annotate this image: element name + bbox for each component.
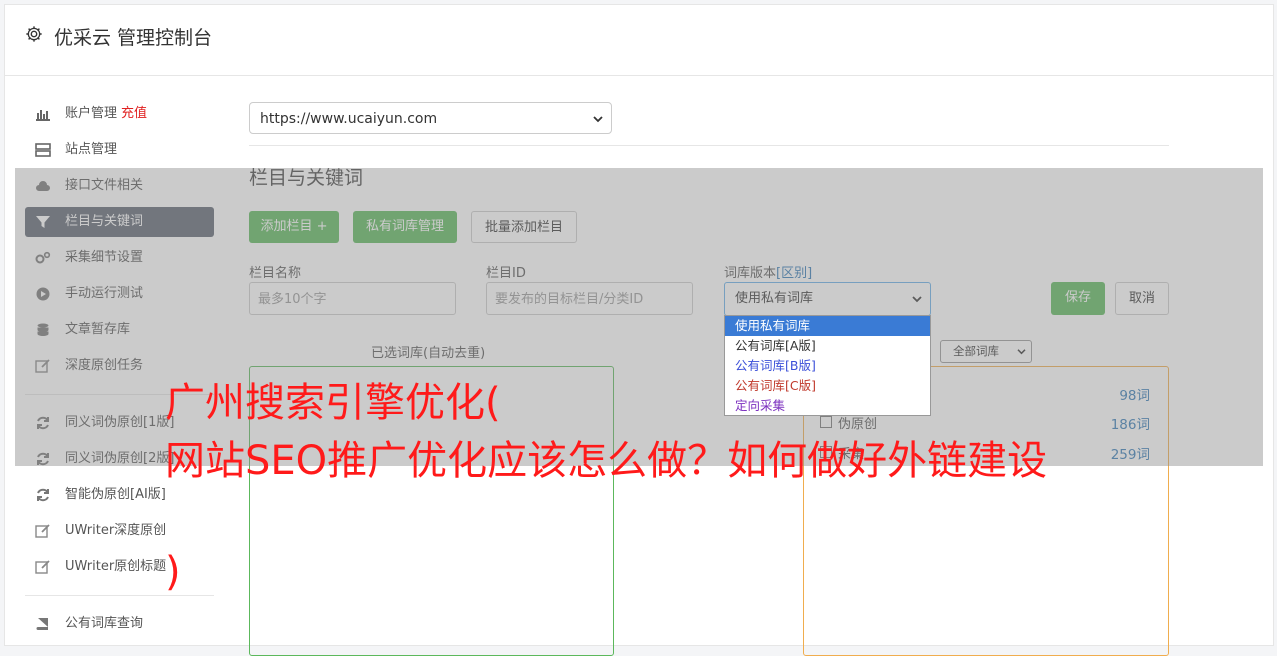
sidebar-item-account[interactable]: 账户管理 充值: [25, 99, 214, 129]
version-option[interactable]: 公有词库[C版]: [725, 376, 930, 396]
banner-line-2: 网站SEO推广优化应该怎么做？如何做好外链建设: [165, 438, 1048, 484]
bar-chart-icon: [36, 110, 50, 121]
sidebar-item-uwriter-title[interactable]: UWriter原创标题: [25, 552, 214, 582]
sidebar-item-label: 账户管理: [65, 106, 118, 121]
recharge-link[interactable]: 充值: [121, 106, 147, 121]
chevron-down-icon: [593, 116, 603, 123]
version-dropdown: 使用私有词库 公有词库[A版] 公有词库[B版] 公有词库[C版] 定向采集: [724, 315, 931, 416]
sidebar-item-public-lib[interactable]: 公有词库查询: [25, 609, 214, 639]
edit-icon: [35, 524, 50, 538]
sidebar-item-label: 公有词库查询: [65, 616, 144, 631]
server-icon: [35, 143, 51, 157]
banner-line-3: ): [165, 549, 181, 595]
edit-icon: [35, 560, 50, 574]
sidebar-item-uwriter-deep[interactable]: UWriter深度原创: [25, 516, 214, 546]
sidebar-item-label: 智能伪原创[AI版]: [65, 487, 166, 502]
site-select-value: https://www.ucaiyun.com: [260, 111, 438, 127]
banner-line-1: 广州搜索引擎优化(: [165, 380, 501, 426]
version-option[interactable]: 使用私有词库: [725, 316, 930, 336]
sidebar-item-label: UWriter原创标题: [65, 559, 167, 574]
sidebar-item-sites[interactable]: 站点管理: [25, 135, 214, 165]
page-title: 优采云 管理控制台: [54, 27, 213, 49]
sidebar-divider: [25, 595, 214, 596]
divider: [249, 145, 1169, 146]
sidebar-item-label: 站点管理: [65, 142, 118, 157]
sidebar-item-label: UWriter深度原创: [65, 523, 167, 538]
book-icon: [36, 618, 48, 630]
header: 优采云 管理控制台: [5, 5, 1273, 76]
refresh-icon: [37, 488, 49, 502]
version-option[interactable]: 定向采集: [725, 396, 930, 416]
version-option[interactable]: 公有词库[B版]: [725, 356, 930, 376]
version-option[interactable]: 公有词库[A版]: [725, 336, 930, 356]
gear-icon: [26, 26, 42, 42]
site-select[interactable]: https://www.ucaiyun.com: [249, 102, 612, 134]
